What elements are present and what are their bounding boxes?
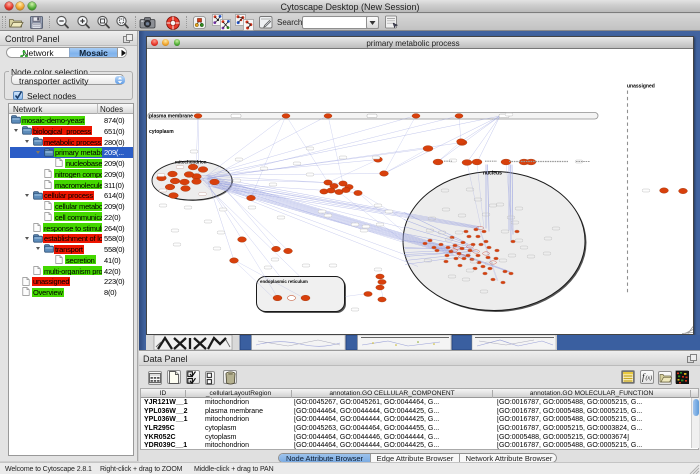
svg-text:cytoplasm: cytoplasm bbox=[149, 129, 174, 135]
svg-text:mitochondrion: mitochondrion bbox=[175, 160, 207, 165]
svg-text:nucleus: nucleus bbox=[483, 171, 502, 177]
svg-text:(x): (x) bbox=[646, 375, 653, 382]
svg-text:unassigned: unassigned bbox=[627, 84, 655, 90]
svg-text:endoplasmic reticulum: endoplasmic reticulum bbox=[260, 279, 308, 284]
svg-text:plasma membrane: plasma membrane bbox=[149, 114, 193, 120]
